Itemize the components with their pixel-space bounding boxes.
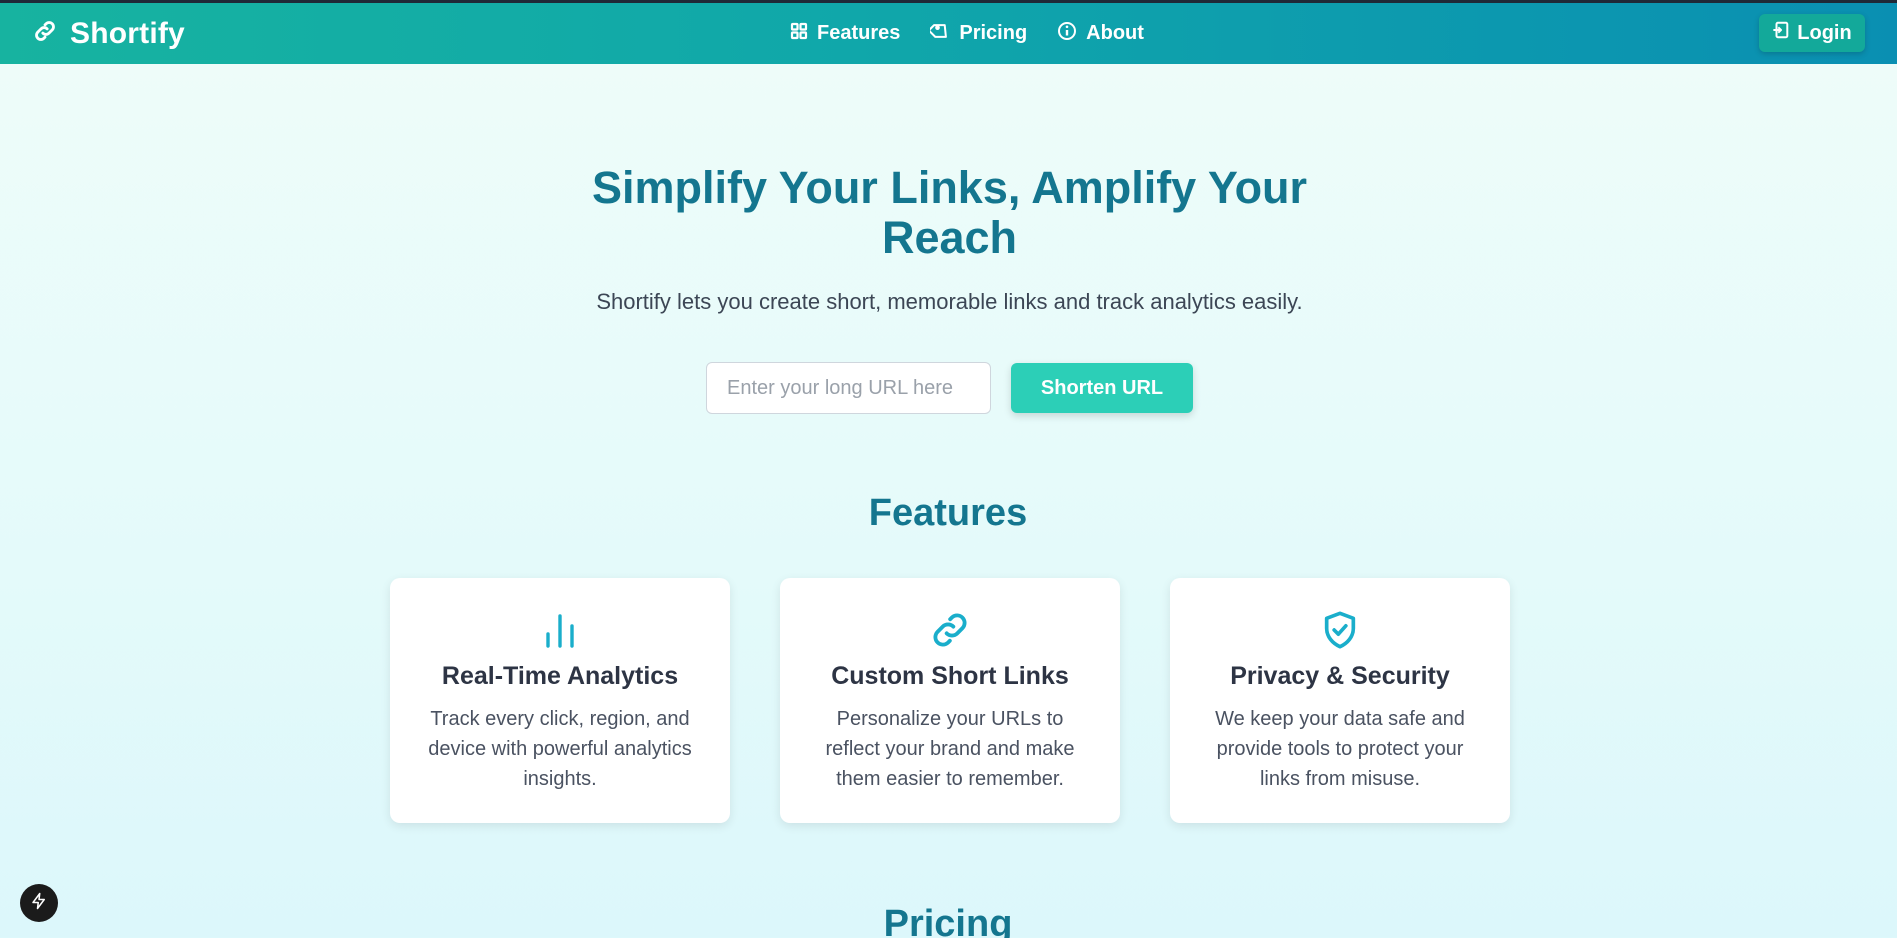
login-icon (1772, 21, 1790, 45)
top-navbar: Shortify Features Pricing About Login (0, 3, 1897, 64)
login-button[interactable]: Login (1759, 14, 1865, 52)
link-icon (930, 610, 970, 650)
feature-card-analytics: Real-Time Analytics Track every click, r… (390, 578, 730, 823)
nav-item-label: Features (817, 22, 901, 44)
feature-card-custom-links: Custom Short Links Personalize your URLs… (780, 578, 1120, 823)
tag-icon (928, 21, 950, 47)
hero-title-line1: Simplify Your Links, Amplify Your (591, 162, 1308, 213)
feature-card-title: Custom Short Links (831, 662, 1069, 690)
nav-item-features[interactable]: Features (790, 22, 900, 46)
lightning-icon (30, 892, 48, 915)
bar-chart-icon (540, 610, 580, 650)
login-label: Login (1797, 21, 1852, 44)
link-icon (32, 18, 58, 49)
nav-item-pricing[interactable]: Pricing (928, 21, 1028, 47)
nav-item-label: Pricing (959, 22, 1028, 44)
feature-card-title: Real-Time Analytics (441, 662, 679, 690)
pricing-title: Pricing (883, 903, 1013, 938)
feature-card-title: Privacy & Security (1230, 662, 1450, 690)
nav-links: Features Pricing About (790, 3, 1144, 64)
hero-title: Simplify Your Links, Amplify Your Reach (560, 163, 1339, 263)
grid-icon (790, 22, 808, 46)
bolt-button[interactable] (20, 884, 58, 922)
hero-title-line2: Reach (881, 212, 1018, 263)
info-icon (1057, 21, 1077, 47)
url-input[interactable] (706, 362, 991, 414)
nav-item-label: About (1086, 22, 1144, 44)
shorten-url-button[interactable]: Shorten URL (1011, 363, 1193, 413)
hero-subtitle: Shortify lets you create short, memorabl… (596, 289, 1303, 314)
feature-card-desc: Personalize your URLs to reflect your br… (825, 708, 1075, 790)
nav-item-about[interactable]: About (1057, 21, 1144, 47)
feature-card-desc: Track every click, region, and device wi… (428, 708, 692, 790)
feature-card-desc: We keep your data safe and provide tools… (1215, 708, 1465, 790)
feature-card-privacy: Privacy & Security We keep your data saf… (1170, 578, 1510, 823)
shield-check-icon (1320, 610, 1360, 650)
brand-name: Shortify (70, 16, 185, 50)
brand-logo[interactable]: Shortify (32, 3, 185, 64)
features-title: Features (868, 492, 1028, 534)
